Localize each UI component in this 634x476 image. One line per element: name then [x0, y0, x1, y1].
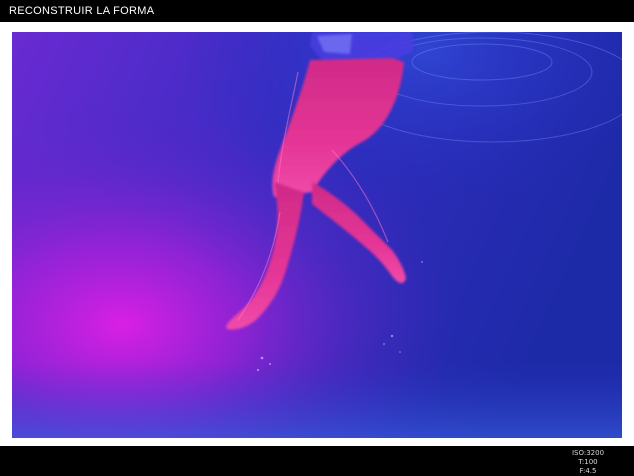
photo-illustration: [12, 32, 622, 438]
underwater-photo: [12, 32, 622, 438]
exif-iso: ISO:3200: [571, 449, 605, 457]
exif-info: ISO:3200 T:100 F:4.5: [558, 449, 618, 476]
photo-frame: [0, 22, 634, 446]
title-bar: RECONSTRUIR LA FORMA: [0, 0, 634, 22]
page-title: RECONSTRUIR LA FORMA: [9, 5, 155, 17]
footer-bar: ISO:3200 T:100 F:4.5: [0, 446, 634, 476]
exif-shutter: T:100: [578, 458, 598, 466]
exif-aperture: F:4.5: [579, 467, 597, 475]
pool-floor: [12, 362, 622, 438]
